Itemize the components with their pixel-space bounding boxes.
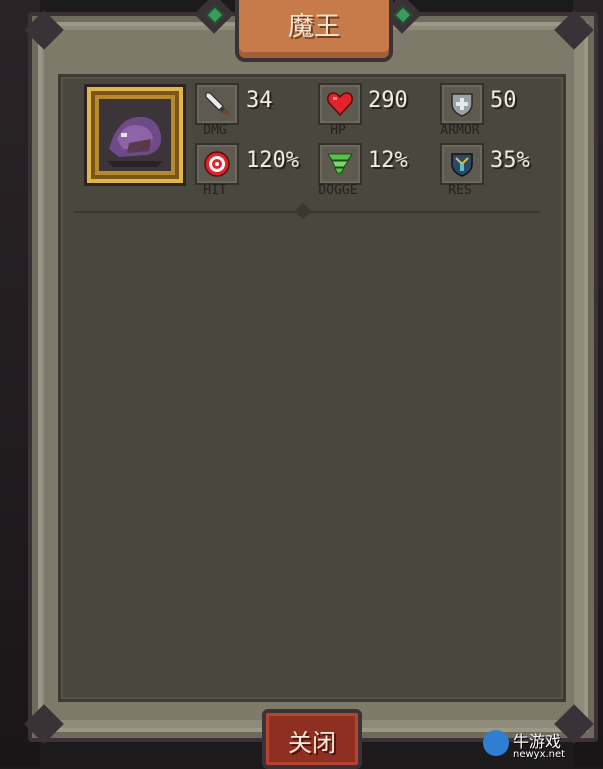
title-tab: 魔王	[235, 0, 393, 62]
hp-label: HP	[330, 123, 346, 138]
boss-portrait	[84, 84, 186, 186]
res-value: 35%	[490, 148, 530, 173]
dodge-value: 12%	[368, 148, 408, 173]
hp-value: 290	[368, 88, 408, 113]
shield-icon	[440, 83, 484, 125]
res-label: RES	[448, 183, 472, 198]
window-title: 魔王	[287, 12, 340, 42]
resist-shield-icon	[440, 143, 484, 185]
armor-label: ARMOR	[440, 123, 480, 138]
watermark-logo-icon	[483, 730, 509, 756]
armor-value: 50	[490, 88, 517, 113]
tornado-icon	[318, 143, 362, 185]
dmg-value: 34	[246, 88, 273, 113]
close-button-label: 关闭	[288, 729, 336, 757]
boss-portrait-image	[99, 99, 171, 171]
heart-icon	[318, 83, 362, 125]
dodge-label: DOGGE	[318, 183, 358, 198]
hit-label: HIT	[203, 183, 227, 198]
sword-icon	[195, 83, 239, 125]
dmg-label: DMG	[203, 123, 227, 138]
watermark-subtext: newyx.net	[513, 749, 566, 760]
hit-value: 120%	[246, 148, 299, 173]
target-icon	[195, 143, 239, 185]
close-button[interactable]: 关闭	[262, 709, 362, 769]
